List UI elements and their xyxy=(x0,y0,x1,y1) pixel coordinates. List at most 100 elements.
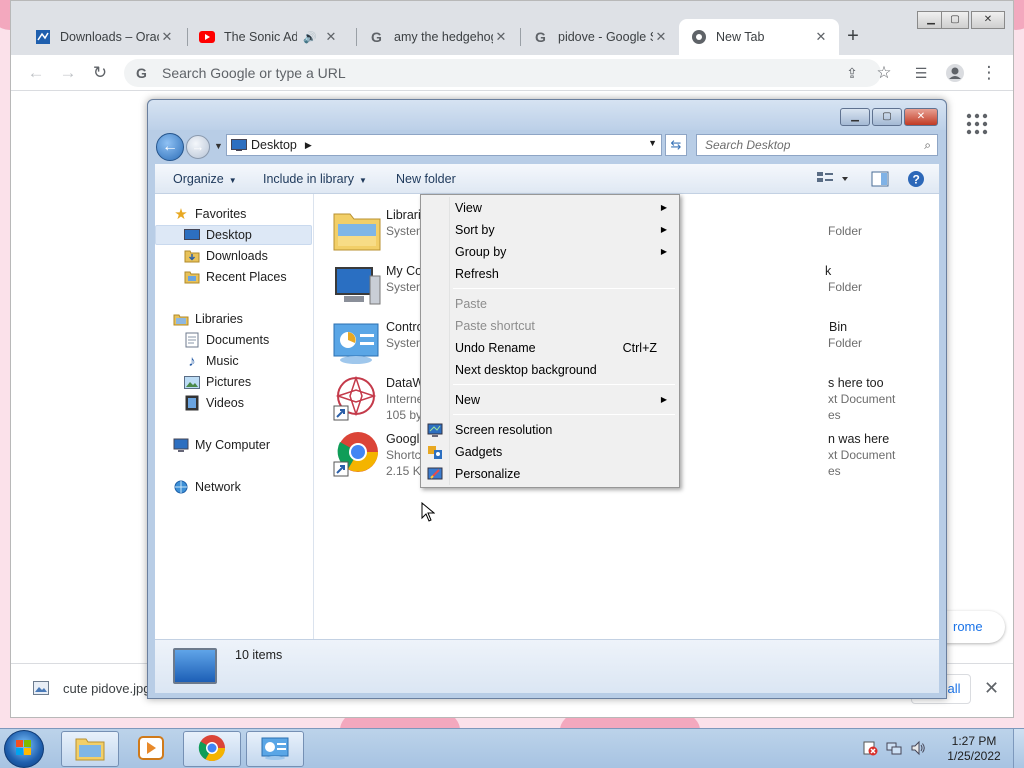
menu-item-group-by[interactable]: Group by ▶ xyxy=(423,241,677,263)
recent-pages-chevron-down-icon[interactable]: ▼ xyxy=(214,141,223,151)
nav-libraries[interactable]: Libraries xyxy=(155,309,312,329)
chevron-right-icon[interactable]: ▶ xyxy=(305,140,312,151)
menu-kebab-icon[interactable]: ⋮ xyxy=(979,63,999,83)
search-input[interactable]: Search Desktop ⌕ xyxy=(696,134,938,156)
close-icon[interactable]: ✕ xyxy=(493,29,509,45)
tab-amy[interactable]: G amy the hedgehog ✕ xyxy=(357,19,519,55)
start-button[interactable] xyxy=(4,730,44,768)
mouse-cursor-icon xyxy=(421,501,436,525)
preview-pane-icon[interactable] xyxy=(871,170,889,188)
forward-icon[interactable]: → xyxy=(58,63,78,83)
back-icon[interactable]: ← xyxy=(26,63,46,83)
menu-item-next-desktop-background[interactable]: Next desktop background xyxy=(423,359,677,381)
nav-label: Music xyxy=(206,354,239,368)
nav-pictures[interactable]: Pictures xyxy=(155,372,312,392)
taskbar-control-panel-button[interactable] xyxy=(246,731,304,767)
menu-item-sort-by[interactable]: Sort by ▶ xyxy=(423,219,677,241)
close-icon[interactable]: ✕ xyxy=(813,29,829,45)
tab-new-tab[interactable]: New Tab ✕ xyxy=(679,19,839,55)
organize-button[interactable]: Organize ▼ xyxy=(173,172,237,186)
taskbar-chrome-button[interactable] xyxy=(183,731,241,767)
chevron-down-icon[interactable]: ▼ xyxy=(648,138,657,148)
new-folder-button[interactable]: New folder xyxy=(396,172,456,186)
google-icon: G xyxy=(533,29,549,45)
profile-icon[interactable] xyxy=(945,63,965,83)
media-queue-icon[interactable]: ☰ xyxy=(911,63,931,83)
taskbar-media-player-button[interactable] xyxy=(122,731,180,767)
close-icon[interactable]: ✕ xyxy=(653,29,669,45)
tab-pidove[interactable]: G pidove - Google Search ✕ xyxy=(521,19,679,55)
minimize-button[interactable]: ▁ xyxy=(840,108,870,126)
network-tray-icon[interactable] xyxy=(886,740,902,759)
file-name: s here too xyxy=(828,376,884,390)
forward-button[interactable]: → xyxy=(186,135,210,159)
svg-text:G: G xyxy=(136,65,147,81)
close-window-button[interactable]: ✕ xyxy=(971,11,1005,29)
share-icon[interactable]: ⇪ xyxy=(842,63,862,83)
nav-documents[interactable]: Documents xyxy=(155,330,312,350)
nav-videos[interactable]: Videos xyxy=(155,393,312,413)
bookmark-star-icon[interactable]: ☆ xyxy=(874,63,894,83)
nav-music[interactable]: ♪ Music xyxy=(155,351,312,371)
menu-item-undo-rename[interactable]: Undo Rename Ctrl+Z xyxy=(423,337,677,359)
nav-network[interactable]: Network xyxy=(155,477,312,497)
download-item[interactable]: cute pidove.jpg xyxy=(33,680,150,696)
tab-downloads[interactable]: Downloads – Oracle VM VirtualBox ✕ xyxy=(23,19,185,55)
speaker-icon[interactable]: 🔊 xyxy=(303,31,317,44)
omnibox[interactable]: G Search Google or type a URL xyxy=(124,59,881,87)
action-center-warning-icon[interactable] xyxy=(862,740,878,759)
tab-title: The Sonic Adventure xyxy=(224,30,298,44)
control-panel-icon xyxy=(260,735,290,764)
reload-icon[interactable]: ↻ xyxy=(90,63,110,83)
google-icon: G xyxy=(369,29,385,45)
taskbar-explorer-button[interactable] xyxy=(61,731,119,767)
volume-icon[interactable] xyxy=(910,740,926,759)
nav-downloads[interactable]: Downloads xyxy=(155,246,312,266)
file-name: DataW xyxy=(386,376,425,390)
address-crumb[interactable]: Desktop xyxy=(251,138,297,152)
google-apps-icon[interactable] xyxy=(966,113,988,135)
new-folder-label: New folder xyxy=(396,172,456,186)
close-icon[interactable]: ✕ xyxy=(159,29,175,45)
menu-item-paste[interactable]: Paste xyxy=(423,293,677,315)
menu-item-gadgets[interactable]: Gadgets xyxy=(423,441,677,463)
nav-desktop[interactable]: Desktop xyxy=(155,225,312,245)
file-name: Contro xyxy=(386,320,424,334)
search-icon[interactable]: ⌕ xyxy=(924,135,931,155)
view-options-icon[interactable] xyxy=(817,170,851,188)
new-tab-button[interactable]: + xyxy=(841,25,865,49)
tab-sonic[interactable]: The Sonic Adventure 🔊 ✕ xyxy=(187,19,349,55)
show-desktop-button[interactable] xyxy=(1013,729,1024,768)
close-icon[interactable]: ✕ xyxy=(323,29,339,45)
menu-item-view[interactable]: View ▶ xyxy=(423,197,677,219)
help-icon[interactable]: ? xyxy=(907,170,925,188)
menu-item-paste-shortcut[interactable]: Paste shortcut xyxy=(423,315,677,337)
nav-recent-places[interactable]: Recent Places xyxy=(155,267,312,287)
menu-item-personalize[interactable]: Personalize xyxy=(423,463,677,485)
nav-favorites[interactable]: ★ Favorites xyxy=(155,204,312,224)
maximize-button[interactable]: ▢ xyxy=(941,11,969,29)
details-pane: 10 items xyxy=(155,639,939,693)
chevron-right-icon: ▶ xyxy=(660,203,667,212)
include-in-library-button[interactable]: Include in library ▼ xyxy=(263,172,367,186)
menu-item-refresh[interactable]: Refresh xyxy=(423,263,677,285)
back-button[interactable]: ← xyxy=(156,133,184,161)
close-icon[interactable]: ✕ xyxy=(984,678,999,699)
nav-my-computer[interactable]: My Computer xyxy=(155,435,312,455)
menu-item-new[interactable]: New ▶ xyxy=(423,389,677,411)
maximize-button[interactable]: ▢ xyxy=(872,108,902,126)
system-clock[interactable]: 1:27 PM 1/25/2022 xyxy=(942,734,1006,764)
menu-item-screen-resolution[interactable]: Screen resolution xyxy=(423,419,677,441)
refresh-button[interactable]: ⇆ xyxy=(665,134,687,156)
chevron-right-icon: ▶ xyxy=(660,225,667,234)
address-bar[interactable]: Desktop ▶ ▼ xyxy=(226,134,662,156)
close-window-button[interactable]: ✕ xyxy=(904,108,938,126)
file-size: es xyxy=(828,464,841,478)
omnibox-placeholder: Search Google or type a URL xyxy=(162,65,346,81)
menu-label: View xyxy=(455,201,482,215)
taskbar: 1:27 PM 1/25/2022 xyxy=(0,728,1024,768)
tab-title: amy the hedgehog xyxy=(394,30,493,44)
chevron-right-icon: ▶ xyxy=(660,395,667,404)
star-icon: ★ xyxy=(174,206,188,223)
explorer-titlebar[interactable]: ▁ ▢ ✕ xyxy=(148,100,946,130)
